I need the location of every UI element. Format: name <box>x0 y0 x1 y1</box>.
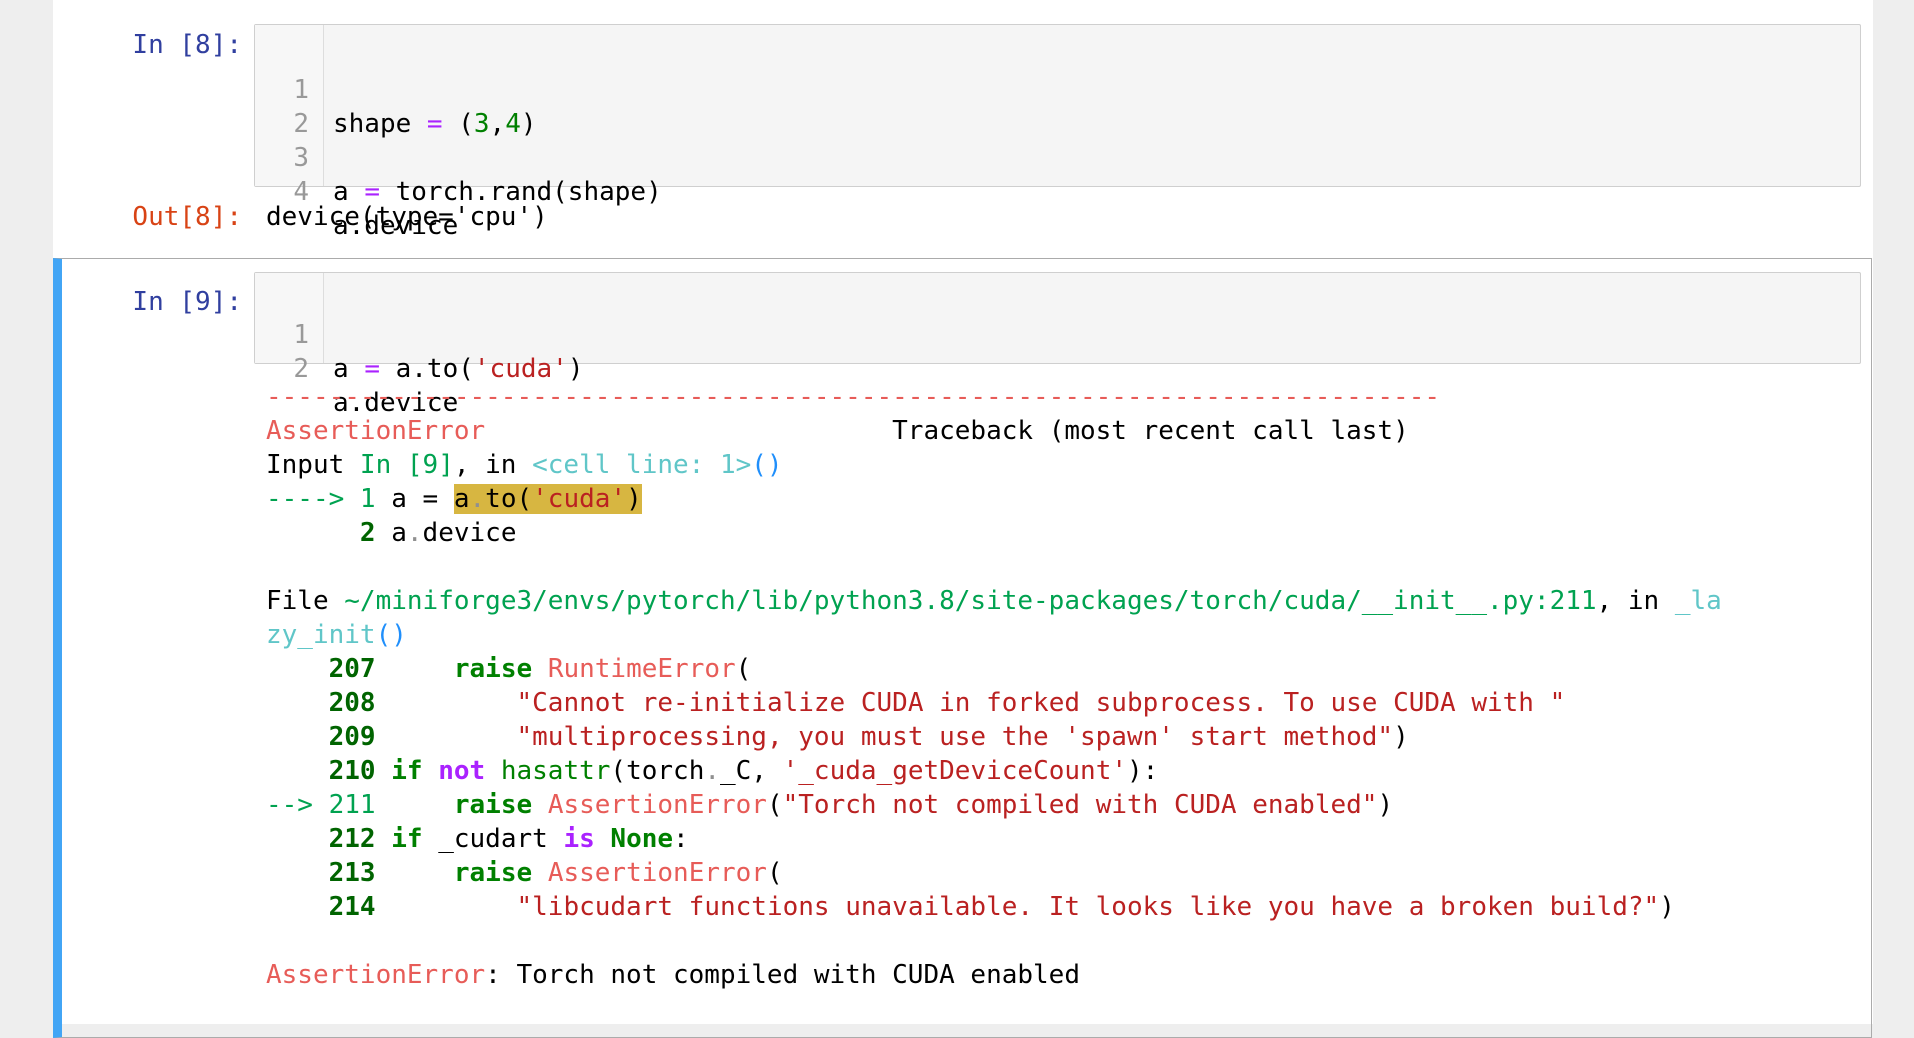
function-link[interactable]: zy_init <box>266 620 376 650</box>
traceback-separator: ----------------------------------------… <box>266 382 1440 412</box>
input-word: Input <box>266 450 360 480</box>
code-line: 3 a = torch.rand(shape) <box>255 107 1860 207</box>
code-line: 2 a.device <box>255 318 1860 418</box>
error-name: AssertionError <box>266 960 486 990</box>
line-number: 214 <box>328 892 376 922</box>
code-line: 4 a.device <box>255 141 1860 241</box>
code-token: . <box>469 484 486 514</box>
line-number: 208 <box>328 688 376 718</box>
source-line: 212 if _cudart is None: <box>266 822 689 856</box>
code-token: . <box>406 518 423 548</box>
line-number: 210 <box>328 756 376 786</box>
line-number: 207 <box>328 654 376 684</box>
traceback-header: AssertionError Traceback (most recent ca… <box>266 414 1409 448</box>
code-token: a <box>375 518 407 548</box>
output-prompt: Out[8]: <box>132 202 242 232</box>
traceback-file-line-wrap: zy_init() <box>266 618 407 652</box>
final-error-line: AssertionError: Torch not compiled with … <box>266 958 1080 992</box>
error-message: : Torch not compiled with CUDA enabled <box>485 960 1080 990</box>
input-prompt: In [9]: <box>132 287 242 317</box>
code-line: 1 shape = (3,4) <box>255 39 1860 139</box>
cell-line-parens: () <box>751 450 783 480</box>
input-cell-ref: In [9] <box>359 450 454 480</box>
line-number: 212 <box>328 824 376 854</box>
file-in: , in <box>1596 586 1675 616</box>
line-number: 2 <box>266 518 376 548</box>
code-token: a = <box>375 484 454 514</box>
function-link[interactable]: _la <box>1675 586 1722 616</box>
code-token: 'cuda' <box>532 484 627 514</box>
notebook-area: In [8]: 1 shape = (3,4) 2 3 a = torch.ra… <box>0 0 1914 1038</box>
source-line-current: --> 211 raise AssertionError("Torch not … <box>266 790 1394 820</box>
current-line-arrow: --> <box>266 790 329 820</box>
source-line: 207 raise RuntimeError( <box>266 652 752 686</box>
traceback-title: Traceback (most recent call last) <box>892 416 1409 446</box>
source-line: 213 raise AssertionError( <box>266 856 783 890</box>
code-token: a <box>453 484 470 514</box>
code-token: to( <box>485 484 533 514</box>
line-number: 211 <box>328 790 376 820</box>
header-spacing <box>485 416 892 446</box>
input-in: , in <box>453 450 533 480</box>
code-editor[interactable]: 1 a = a.to('cuda') 2 a.device <box>254 272 1861 418</box>
traceback-line: 2 a.device <box>266 516 517 550</box>
file-path-link[interactable]: ~/miniforge3/envs/pytorch/lib/python3.8/… <box>344 586 1596 616</box>
code-token: device <box>422 518 517 548</box>
traceback-file-line: File ~/miniforge3/envs/pytorch/lib/pytho… <box>266 584 1722 618</box>
code-line: 2 <box>255 73 1860 139</box>
source-line: 209 "multiprocessing, you must use the '… <box>266 720 1409 754</box>
highlighted-expression: a.to('cuda') <box>453 484 642 514</box>
file-word: File <box>266 586 345 616</box>
traceback-arrow-line: ----> 1 a = a.to('cuda') <box>266 482 642 516</box>
traceback-input-line: Input In [9], in <cell line: 1>() <box>266 448 783 482</box>
function-parens: () <box>375 620 407 650</box>
source-line: 210 if not hasattr(torch._C, '_cuda_getD… <box>266 754 1159 788</box>
output-text: device(type='cpu') <box>266 202 548 232</box>
error-name: AssertionError <box>266 416 486 446</box>
source-line: 208 "Cannot re-initialize CUDA in forked… <box>266 686 1566 720</box>
cell-line-link[interactable]: <cell line: 1> <box>532 450 751 480</box>
code-line: 1 a = a.to('cuda') <box>255 284 1860 384</box>
line-number: 213 <box>328 858 376 888</box>
code-editor[interactable]: 1 shape = (3,4) 2 3 a = torch.rand(shape… <box>254 24 1861 241</box>
arrow-marker: ----> 1 <box>266 484 376 514</box>
input-prompt: In [8]: <box>132 30 242 60</box>
code-token: ) <box>626 484 642 514</box>
source-line: 214 "libcudart functions unavailable. It… <box>266 890 1675 924</box>
line-number: 209 <box>328 722 376 752</box>
